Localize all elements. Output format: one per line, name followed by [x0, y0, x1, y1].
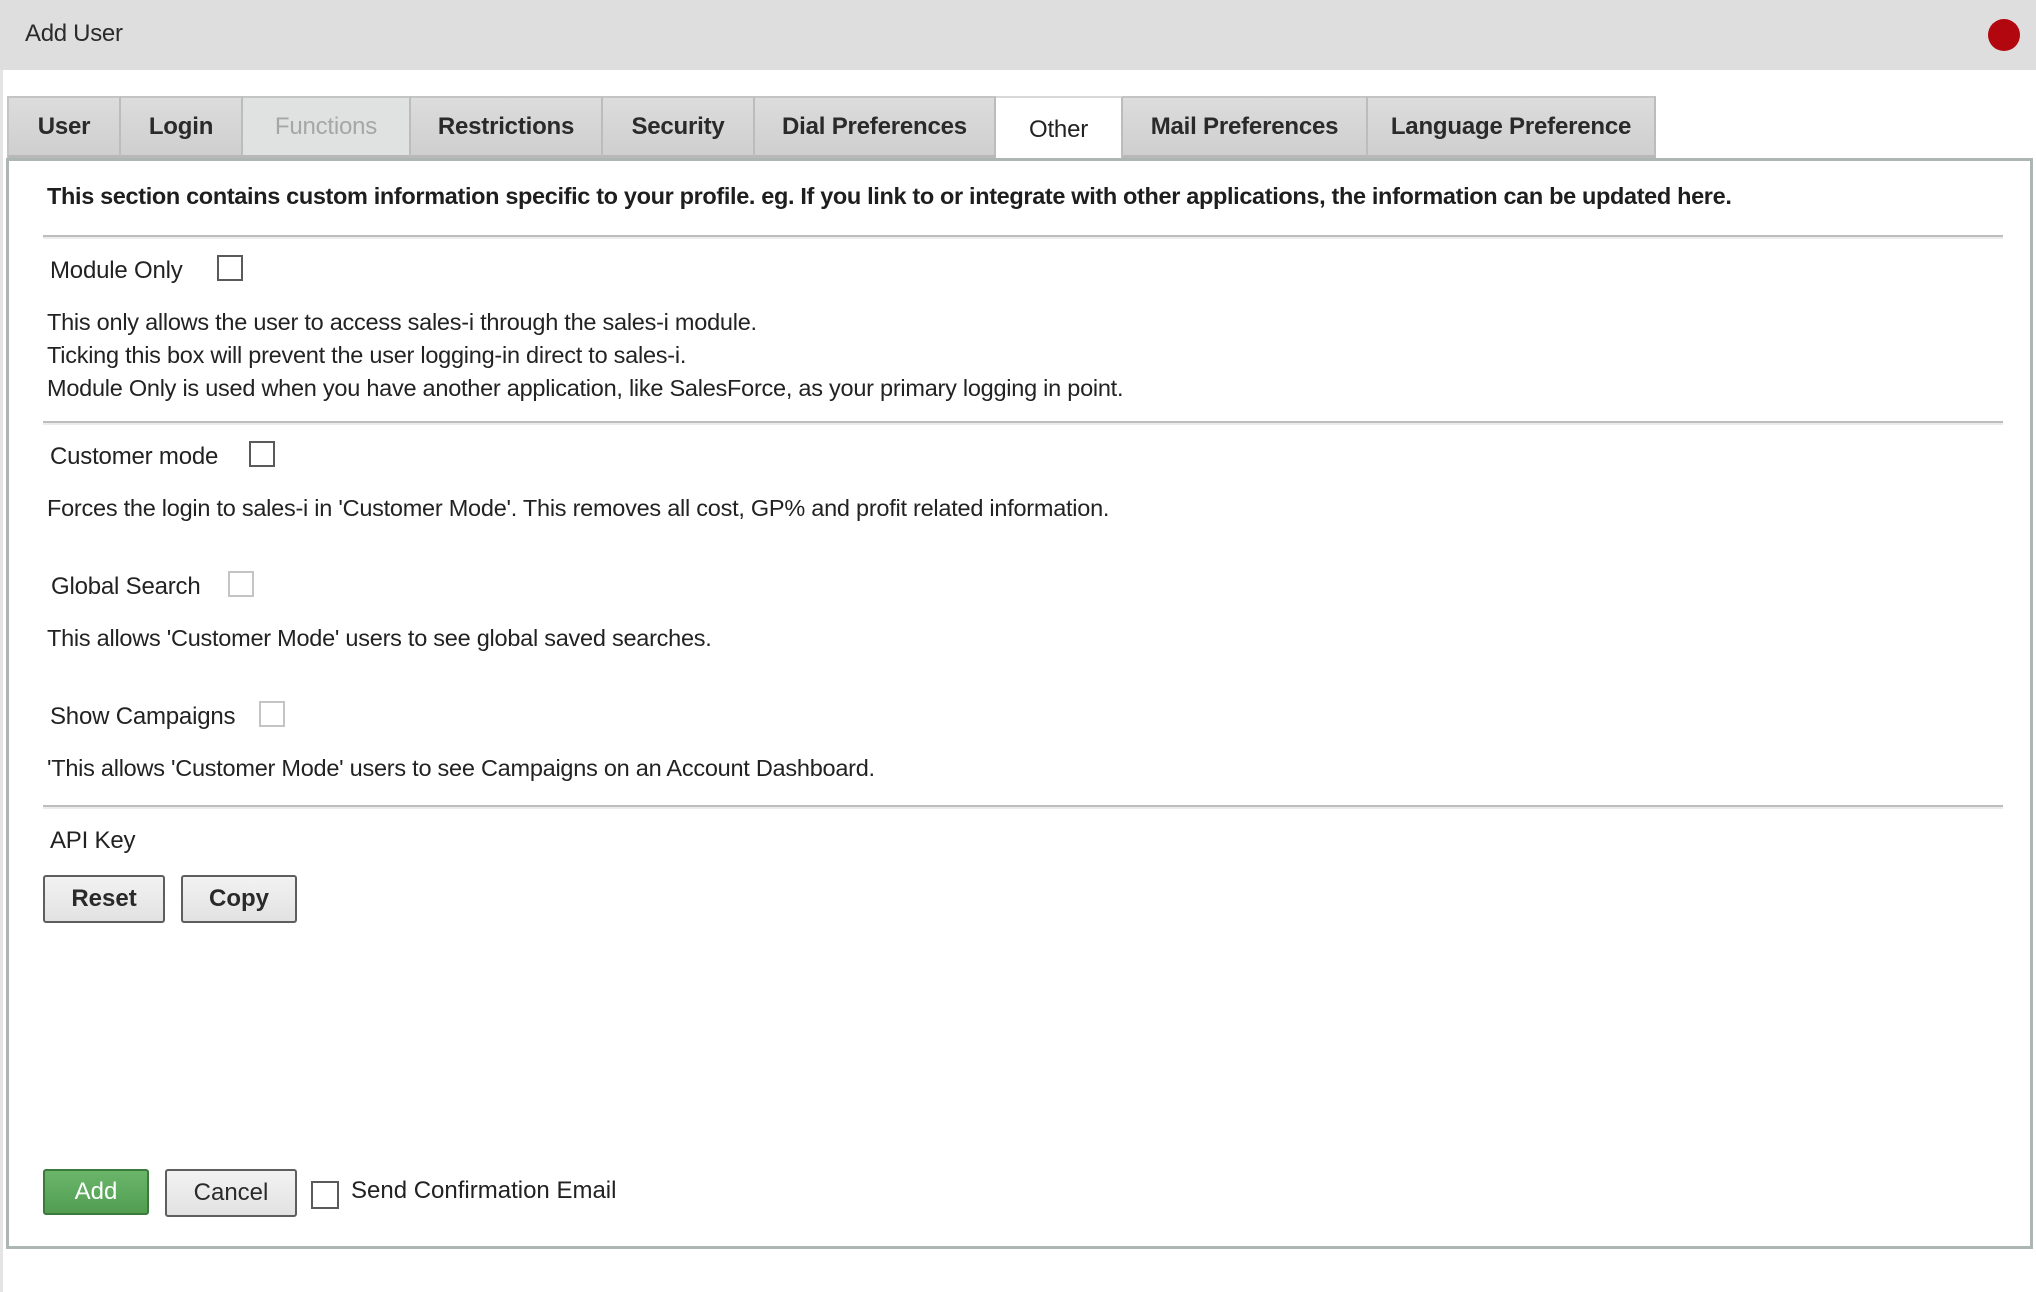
button-label: Add: [74, 1178, 118, 1205]
tab-user[interactable]: User: [7, 96, 121, 158]
customer-mode-label: Customer mode: [50, 443, 219, 470]
tab-label: Dial Preferences: [782, 112, 967, 140]
reset-api-key-button[interactable]: Reset: [43, 875, 165, 923]
show-campaigns-description: 'This allows 'Customer Mode' users to se…: [47, 755, 875, 781]
dialog-title: Add User: [25, 20, 123, 47]
tab-login[interactable]: Login: [121, 96, 243, 158]
send-confirmation-email-checkbox[interactable]: [311, 1181, 339, 1209]
section-divider: [43, 421, 2003, 425]
tab-label: Security: [631, 112, 725, 140]
module-only-description-line: Ticking this box will prevent the user l…: [47, 342, 687, 368]
tab-security[interactable]: Security: [603, 96, 755, 158]
tab-dial-preferences[interactable]: Dial Preferences: [755, 96, 996, 158]
global-search-description: This allows 'Customer Mode' users to see…: [47, 625, 712, 651]
copy-api-key-button[interactable]: Copy: [181, 875, 297, 923]
button-label: Cancel: [193, 1179, 269, 1206]
tab-label: Restrictions: [437, 112, 575, 140]
section-intro: This section contains custom information…: [47, 183, 1732, 209]
red-circle-close-icon[interactable]: [1988, 19, 2020, 51]
tab-label: Functions: [274, 112, 378, 140]
cancel-button[interactable]: Cancel: [165, 1169, 297, 1217]
add-button[interactable]: Add: [43, 1169, 149, 1215]
module-only-description: This only allows the user to access sale…: [47, 306, 1124, 405]
tab-label: Mail Preferences: [1150, 112, 1339, 140]
dialog-titlebar: Add User: [0, 0, 2036, 70]
tab-other[interactable]: Other: [996, 96, 1123, 161]
tab-label: Language Preference: [1390, 112, 1632, 140]
tab-restrictions[interactable]: Restrictions: [411, 96, 603, 158]
section-divider: [43, 805, 2003, 809]
module-only-label: Module Only: [50, 257, 183, 284]
tab-label: Login: [148, 112, 214, 140]
button-label: Reset: [71, 885, 137, 912]
api-key-label: API Key: [50, 827, 136, 854]
show-campaigns-label: Show Campaigns: [50, 703, 236, 730]
global-search-checkbox: [228, 571, 254, 597]
tab-language-preference[interactable]: Language Preference: [1368, 96, 1656, 158]
tab-functions: Functions: [243, 96, 411, 158]
tab-label: User: [37, 112, 91, 140]
section-divider: [43, 235, 2003, 239]
tab-label: Other: [1028, 115, 1089, 143]
button-label: Copy: [209, 885, 269, 912]
customer-mode-checkbox[interactable]: [249, 441, 275, 467]
other-tab-panel: This section contains custom information…: [6, 158, 2033, 1249]
module-only-description-line: Module Only is used when you have anothe…: [47, 375, 1124, 401]
tab-mail-preferences[interactable]: Mail Preferences: [1123, 96, 1368, 158]
show-campaigns-checkbox: [259, 701, 285, 727]
module-only-description-line: This only allows the user to access sale…: [47, 309, 757, 335]
window-left-edge: [0, 70, 3, 1292]
module-only-checkbox[interactable]: [217, 255, 243, 281]
customer-mode-description: Forces the login to sales-i in 'Customer…: [47, 495, 1110, 521]
tab-bar: User Login Functions Restrictions Securi…: [7, 96, 1656, 161]
send-confirmation-email-label[interactable]: Send Confirmation Email: [351, 1177, 616, 1205]
global-search-label: Global Search: [51, 573, 201, 600]
